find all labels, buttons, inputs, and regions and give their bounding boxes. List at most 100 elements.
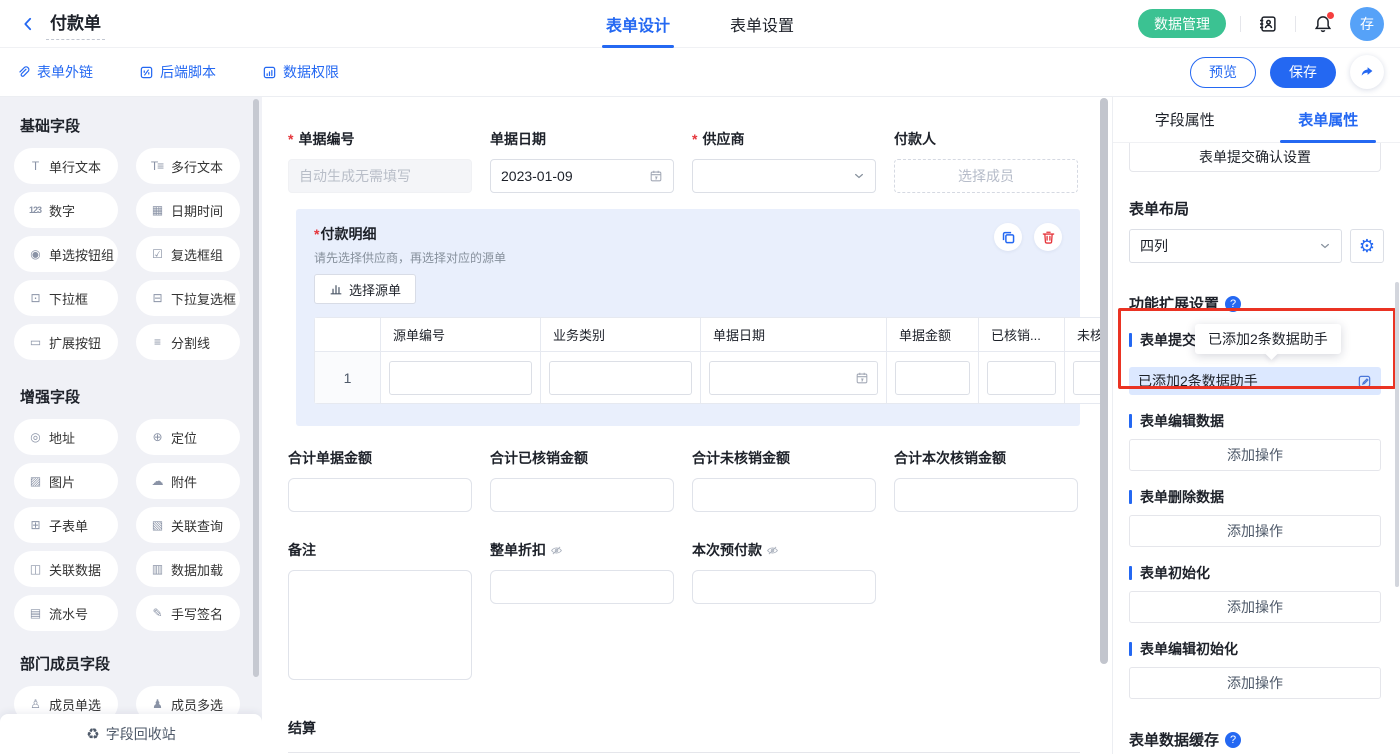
field-pill-relation-query[interactable]: ▧关联查询 bbox=[136, 507, 240, 543]
backend-script-link[interactable]: 后端脚本 bbox=[139, 62, 216, 82]
tab-form-settings[interactable]: 表单设置 bbox=[730, 0, 794, 48]
detail-col-header: 未核销 bbox=[1065, 318, 1106, 352]
field-pill-label: 数据加载 bbox=[171, 560, 223, 579]
tab-form-design[interactable]: 表单设计 bbox=[606, 0, 670, 48]
field-pill-address[interactable]: ◎地址 bbox=[14, 419, 118, 455]
field-pill-data-load[interactable]: ▥数据加载 bbox=[136, 551, 240, 587]
form-edit-init-add-action-button[interactable]: 添加操作 bbox=[1129, 667, 1381, 699]
form-edit-data-add-action-button[interactable]: 添加操作 bbox=[1129, 439, 1381, 471]
copy-row-button[interactable] bbox=[994, 223, 1022, 251]
field-pill-single-line-text[interactable]: T单行文本 bbox=[14, 148, 118, 184]
field-payer: 付款人选择成员 bbox=[894, 129, 1078, 193]
field-pill-dropdown[interactable]: ⊡下拉框 bbox=[14, 280, 118, 316]
total-input[interactable] bbox=[288, 478, 472, 512]
doc-number-input[interactable]: 自动生成无需填写 bbox=[288, 159, 472, 193]
field-pill-image[interactable]: ▨图片 bbox=[14, 463, 118, 499]
total-input[interactable] bbox=[490, 478, 674, 512]
field-pill-label: 成员单选 bbox=[49, 695, 101, 714]
sidebar-section-title: 基础字段 bbox=[20, 115, 262, 136]
field-pill-sub-form[interactable]: ⊞ 子表单 bbox=[14, 507, 118, 543]
form-delete-data-add-action-button[interactable]: 添加操作 bbox=[1129, 515, 1381, 547]
detail-cell-input[interactable] bbox=[987, 361, 1056, 395]
multi-line-text-icon: T≡ bbox=[148, 159, 166, 173]
form-init-add-action-button[interactable]: 添加操作 bbox=[1129, 591, 1381, 623]
address-book-button[interactable] bbox=[1255, 11, 1281, 37]
divider bbox=[1295, 16, 1296, 32]
section-bar bbox=[1129, 566, 1132, 580]
field-pill-relation-data[interactable]: ◫关联数据 bbox=[14, 551, 118, 587]
payment-detail-section[interactable]: *付款明细 请先选择供应商，再选择对应的源单 bbox=[296, 209, 1080, 426]
eye-off-icon bbox=[766, 544, 779, 557]
field-pill-radio-group[interactable]: ◉单选按钮组 bbox=[14, 236, 118, 272]
form-designer-app: 付款单 表单设计 表单设置 数据管理 存 bbox=[0, 0, 1400, 755]
form-external-link[interactable]: 表单外链 bbox=[16, 62, 93, 82]
preview-button[interactable]: 预览 bbox=[1190, 57, 1256, 88]
select-source-button[interactable]: 选择源单 bbox=[314, 274, 416, 304]
total-input[interactable] bbox=[692, 478, 876, 512]
panel-scrollbar[interactable] bbox=[1395, 282, 1399, 587]
attachment-icon: ☁ bbox=[148, 474, 166, 488]
field-pill-number[interactable]: 123数字 bbox=[14, 192, 118, 228]
payer-input[interactable]: 选择成员 bbox=[894, 159, 1078, 193]
submit-confirm-settings-button[interactable]: 表单提交确认设置 bbox=[1129, 143, 1381, 172]
image-icon: ▨ bbox=[26, 474, 44, 488]
field-pill-datetime[interactable]: ▦日期时间 bbox=[136, 192, 240, 228]
select-source-label: 选择源单 bbox=[349, 280, 401, 299]
back-button[interactable] bbox=[16, 12, 40, 36]
total-field: 合计单据金额 bbox=[288, 448, 472, 512]
canvas-scrollbar[interactable] bbox=[1100, 98, 1108, 664]
field-pill-label: 子表单 bbox=[49, 516, 88, 535]
help-icon[interactable]: ? bbox=[1225, 296, 1241, 312]
detail-cell-input[interactable] bbox=[389, 361, 532, 395]
field-pill-attachment[interactable]: ☁附件 bbox=[136, 463, 240, 499]
link-label: 表单外链 bbox=[37, 62, 93, 82]
doc-date-input[interactable]: 2023-01-09 bbox=[490, 159, 674, 193]
help-icon[interactable]: ? bbox=[1225, 732, 1241, 748]
user-avatar[interactable]: 存 bbox=[1350, 7, 1384, 41]
sidebar-scrollbar[interactable] bbox=[253, 99, 259, 677]
calendar-icon bbox=[855, 371, 869, 385]
field-label: 合计单据金额 bbox=[288, 448, 472, 468]
detail-cell bbox=[979, 352, 1065, 404]
field-recycle-bin[interactable]: ♻ 字段回收站 bbox=[0, 714, 262, 754]
data-assistant-row[interactable]: 已添加2条数据助手 bbox=[1129, 367, 1381, 395]
field-pill-multi-line-text[interactable]: T≡多行文本 bbox=[136, 148, 240, 184]
save-button[interactable]: 保存 bbox=[1270, 57, 1336, 88]
prepay-input[interactable] bbox=[692, 570, 876, 604]
order-discount-input[interactable] bbox=[490, 570, 674, 604]
field-doc-date: 单据日期2023-01-09 bbox=[490, 129, 674, 193]
field-pill-label: 成员多选 bbox=[171, 695, 223, 714]
delete-row-button[interactable] bbox=[1034, 223, 1062, 251]
layout-select[interactable]: 四列 bbox=[1129, 229, 1342, 263]
notification-button[interactable] bbox=[1310, 11, 1336, 37]
detail-cell-input[interactable] bbox=[549, 361, 692, 395]
detail-cell-input[interactable] bbox=[709, 361, 878, 395]
sub-form-icon: ⊞ bbox=[26, 518, 44, 532]
supplier-input[interactable] bbox=[692, 159, 876, 193]
field-pill-serial-number[interactable]: ▤流水号 bbox=[14, 595, 118, 631]
field-pill-extend-button[interactable]: ▭扩展按钮 bbox=[14, 324, 118, 360]
layout-settings-button[interactable]: ⚙ bbox=[1350, 229, 1384, 263]
share-button[interactable] bbox=[1350, 55, 1384, 89]
field-pill-locate[interactable]: ⊕定位 bbox=[136, 419, 240, 455]
page-title[interactable]: 付款单 bbox=[46, 7, 105, 40]
data-manage-button[interactable]: 数据管理 bbox=[1138, 9, 1226, 38]
field-pill-dropdown-multi[interactable]: ⊟下拉复选框 bbox=[136, 280, 240, 316]
required-star: * bbox=[314, 226, 319, 242]
tab-form-properties[interactable]: 表单属性 bbox=[1257, 97, 1400, 142]
edit-icon bbox=[1357, 374, 1372, 389]
detail-cell-input[interactable] bbox=[895, 361, 970, 395]
detail-cell bbox=[541, 352, 701, 404]
tab-field-properties[interactable]: 字段属性 bbox=[1113, 97, 1257, 142]
tooltip-caret bbox=[1265, 347, 1278, 360]
field-pill-checkbox-group[interactable]: ☑复选框组 bbox=[136, 236, 240, 272]
required-star: * bbox=[692, 131, 697, 147]
field-pill-signature[interactable]: ✎手写签名 bbox=[136, 595, 240, 631]
data-permission-link[interactable]: 数据权限 bbox=[262, 62, 339, 82]
total-input[interactable] bbox=[894, 478, 1078, 512]
remark-input[interactable] bbox=[288, 570, 472, 680]
field-prepay: 本次预付款 bbox=[692, 540, 876, 680]
field-pill-divider[interactable]: ≡分割线 bbox=[136, 324, 240, 360]
eye-off-icon bbox=[550, 544, 563, 557]
detail-col-header: 已核销... bbox=[979, 318, 1065, 352]
